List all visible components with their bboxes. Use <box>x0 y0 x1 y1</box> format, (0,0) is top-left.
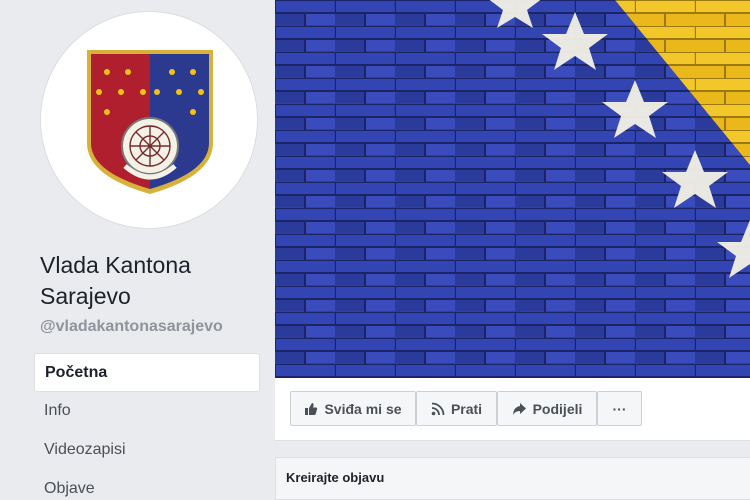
cover-photo[interactable] <box>275 0 750 378</box>
follow-button[interactable]: Prati <box>416 391 497 426</box>
page-nav: Početna Info Videozapisi Objave <box>34 353 260 500</box>
create-post-title: Kreirajte objavu <box>286 470 385 485</box>
more-options-icon: ··· <box>612 400 627 417</box>
page-handle[interactable]: @vladakantonasarajevo <box>40 318 223 336</box>
nav-item-pocetna[interactable]: Početna <box>34 353 260 392</box>
coat-of-arms-logo <box>87 50 213 194</box>
more-options-button[interactable]: ··· <box>597 391 642 426</box>
follow-button-label: Prati <box>450 400 483 417</box>
page-sidebar: Vlada Kantona Sarajevo @vladakantonasara… <box>0 0 272 500</box>
rss-icon <box>431 402 445 415</box>
share-arrow-icon <box>512 402 526 415</box>
create-post-card[interactable]: Kreirajte objavu <box>275 457 750 500</box>
nav-item-objave[interactable]: Objave <box>34 470 260 500</box>
nav-item-videozapisi[interactable]: Videozapisi <box>34 431 260 470</box>
thumbs-up-icon <box>305 402 318 415</box>
page-title: Vlada Kantona Sarajevo <box>40 252 191 309</box>
flag-brick-wall-image <box>275 0 750 378</box>
like-button[interactable]: Sviđa mi se <box>290 391 416 426</box>
page-profile-picture[interactable] <box>40 11 258 229</box>
share-button[interactable]: Podijeli <box>497 391 597 426</box>
page-actions-bar: Sviđa mi se Prati Podijeli ··· <box>275 378 750 441</box>
like-button-label: Sviđa mi se <box>324 400 402 417</box>
nav-item-info[interactable]: Info <box>34 392 260 431</box>
share-button-label: Podijeli <box>532 400 583 417</box>
